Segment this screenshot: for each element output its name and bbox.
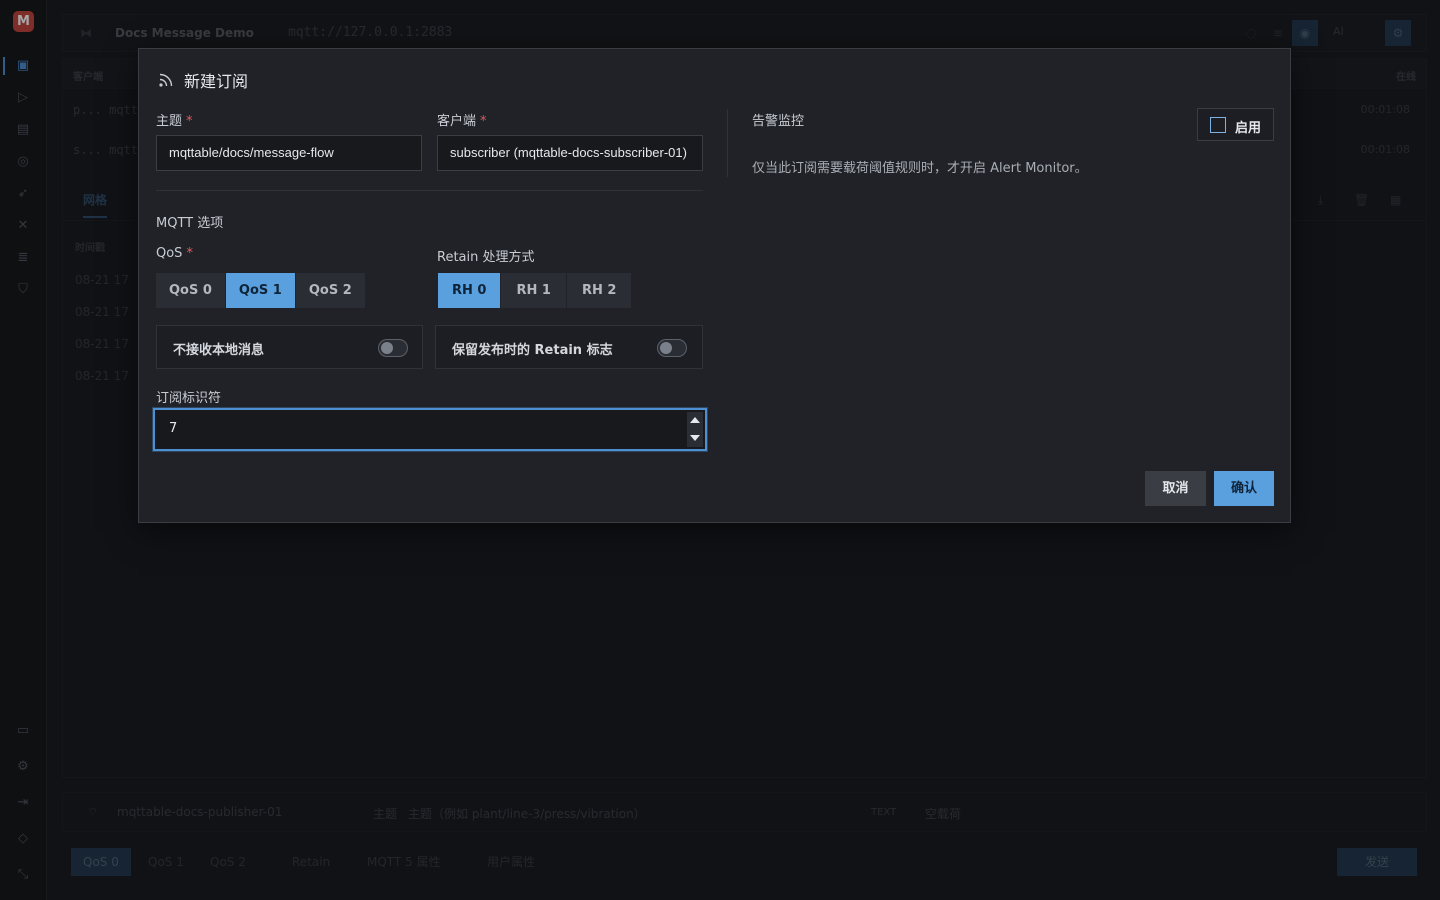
dialog-header: 新建订阅 xyxy=(157,69,248,91)
subscription-id-input[interactable]: 7 xyxy=(153,408,707,451)
rh1-option[interactable]: RH 1 xyxy=(501,273,567,308)
retain-handling-segmented: RH 0 RH 1 RH 2 xyxy=(438,273,632,308)
column-divider xyxy=(727,109,728,177)
qos-label: QoS * xyxy=(156,246,193,261)
topic-label: 主题 * xyxy=(156,114,193,129)
retain-as-published-row: 保留发布时的 Retain 标志 xyxy=(435,325,703,369)
mqtt-options-title: MQTT 选项 xyxy=(156,216,224,231)
number-stepper[interactable] xyxy=(687,412,703,447)
checkbox-icon xyxy=(1210,117,1226,133)
decrement-icon[interactable] xyxy=(690,435,700,441)
switch-knob xyxy=(660,342,672,354)
section-divider xyxy=(156,190,703,191)
alert-monitor-title: 告警监控 xyxy=(752,114,805,129)
qos-segmented: QoS 0 QoS 1 QoS 2 xyxy=(156,273,365,308)
retain-handling-label: Retain 处理方式 xyxy=(437,250,535,265)
app-root: M ▣ ▷ ▤ ◎ ➶ ✕ ≣ ⛉ ▭ ⚙ ⇥ ◇ ⤡ ⧓ Docs Messa… xyxy=(0,0,1440,900)
confirm-button[interactable]: 确认 xyxy=(1214,471,1274,506)
retain-as-published-switch[interactable] xyxy=(657,339,687,357)
topic-input[interactable]: mqttable/docs/message-flow xyxy=(156,135,422,171)
cancel-button[interactable]: 取消 xyxy=(1145,471,1206,506)
client-label: 客户端 * xyxy=(437,114,487,129)
enable-label: 启用 xyxy=(1235,121,1262,136)
client-select[interactable]: subscriber (mqttable-docs-subscriber-01) xyxy=(437,135,703,171)
new-subscription-dialog: 新建订阅 主题 * mqttable/docs/message-flow 客户端 *… xyxy=(138,48,1291,523)
alert-monitor-description: 仅当此订阅需要载荷阈值规则时，才开启 Alert Monitor。 xyxy=(752,161,1088,176)
no-local-switch[interactable] xyxy=(378,339,408,357)
rh0-option[interactable]: RH 0 xyxy=(438,273,502,308)
switch-knob xyxy=(381,342,393,354)
qos1-option[interactable]: QoS 1 xyxy=(225,273,296,308)
no-local-row: 不接收本地消息 xyxy=(156,325,423,369)
qos2-option[interactable]: QoS 2 xyxy=(296,273,365,308)
dialog-title: 新建订阅 xyxy=(184,72,249,91)
alert-enable-checkbox[interactable]: 启用 xyxy=(1197,108,1274,141)
no-local-label: 不接收本地消息 xyxy=(173,343,265,358)
retain-as-published-label: 保留发布时的 Retain 标志 xyxy=(452,343,613,358)
rh2-option[interactable]: RH 2 xyxy=(567,273,631,308)
qos0-option[interactable]: QoS 0 xyxy=(156,273,226,308)
subscription-id-value: 7 xyxy=(169,421,178,436)
subscription-id-label: 订阅标识符 xyxy=(156,391,222,406)
rss-icon xyxy=(159,73,173,87)
increment-icon[interactable] xyxy=(690,417,700,423)
